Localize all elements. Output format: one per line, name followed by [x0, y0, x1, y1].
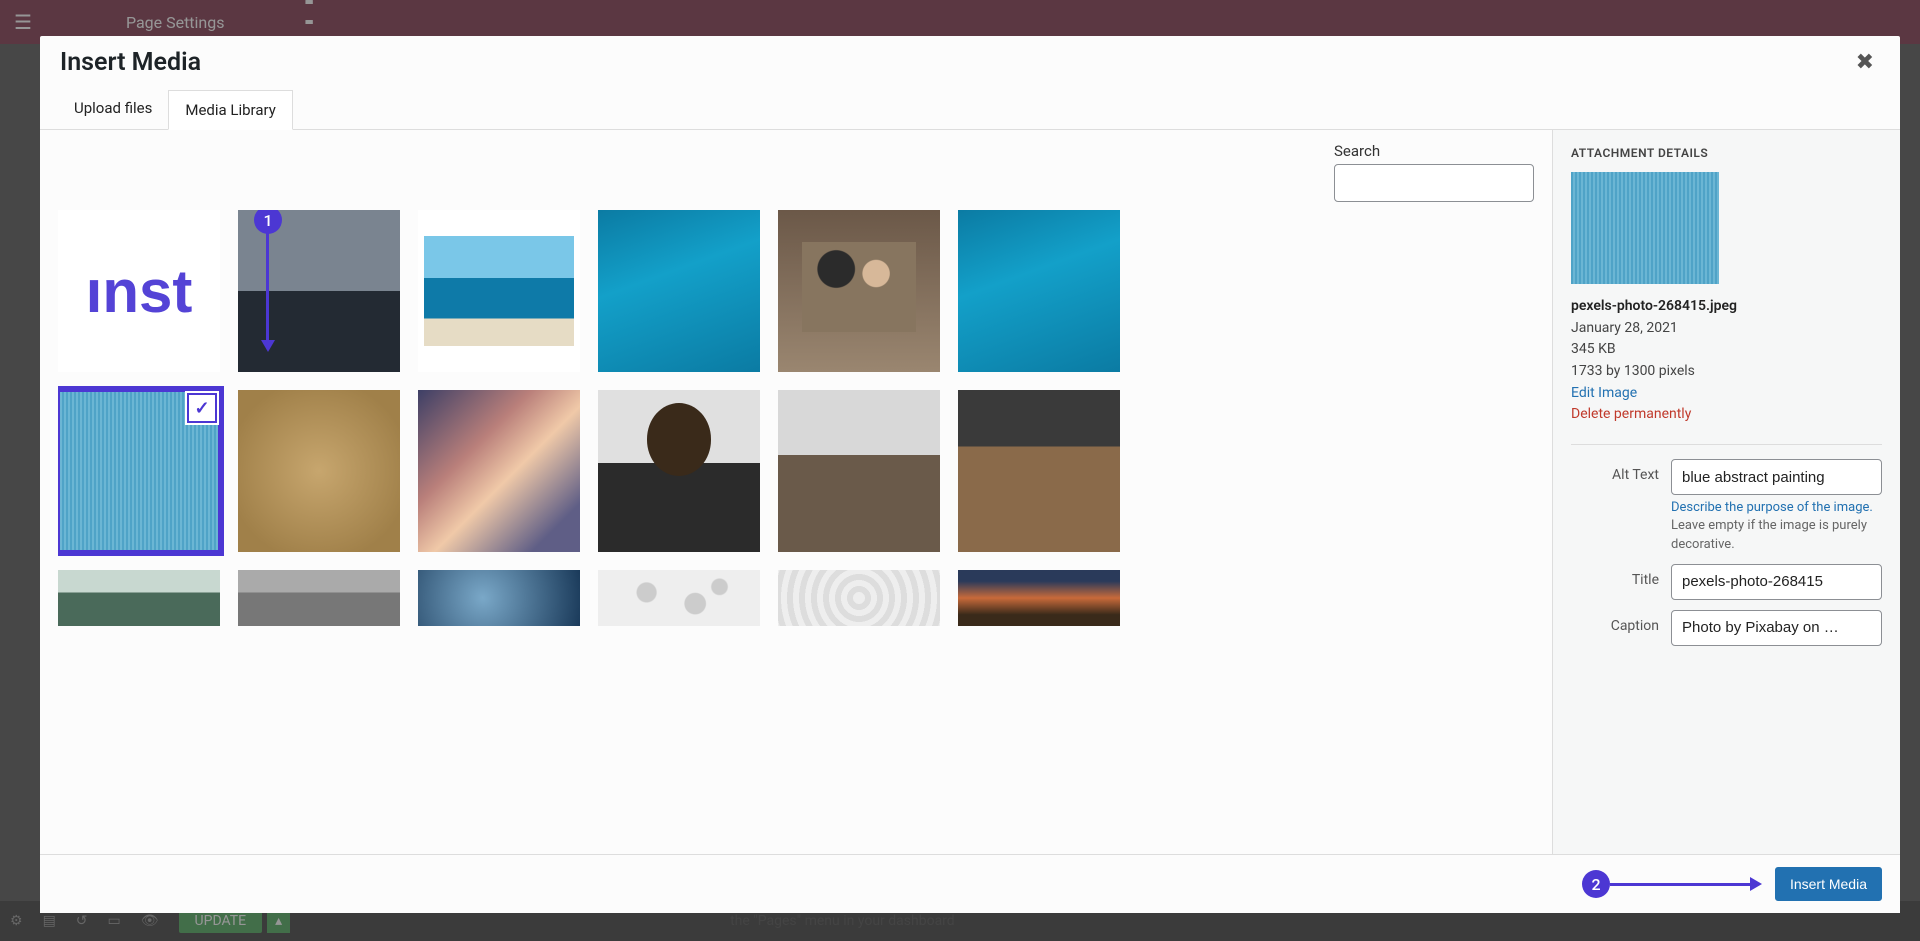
media-tile[interactable]: [598, 390, 760, 552]
media-tile[interactable]: [598, 570, 760, 626]
media-tile[interactable]: [958, 390, 1120, 552]
details-filename: pexels-photo-268415.jpeg: [1571, 296, 1882, 318]
media-tile[interactable]: [778, 390, 940, 552]
media-tile[interactable]: ınst: [58, 210, 220, 372]
caption-label: Caption: [1571, 610, 1671, 634]
media-tile-selected[interactable]: [58, 390, 220, 552]
details-dimensions: 1733 by 1300 pixels: [1571, 361, 1882, 383]
tab-upload-files[interactable]: Upload files: [58, 89, 168, 129]
delete-permanently-link[interactable]: Delete permanently: [1571, 404, 1882, 426]
modal-footer: 2 Insert Media: [40, 854, 1900, 913]
insert-media-modal: Insert Media ✖ Upload files Media Librar…: [40, 36, 1900, 913]
media-tile[interactable]: [238, 390, 400, 552]
details-filesize: 345 KB: [1571, 339, 1882, 361]
search-label: Search: [1334, 142, 1534, 160]
attachment-details-pane: ATTACHMENT DETAILS pexels-photo-268415.j…: [1552, 130, 1900, 854]
title-label: Title: [1571, 564, 1671, 588]
media-tile[interactable]: [778, 210, 940, 372]
details-heading: ATTACHMENT DETAILS: [1571, 146, 1882, 160]
alt-text-label: Alt Text: [1571, 459, 1671, 483]
media-tile[interactable]: [598, 210, 760, 372]
media-tile[interactable]: [418, 210, 580, 372]
search-input[interactable]: [1334, 164, 1534, 202]
media-tile[interactable]: [958, 210, 1120, 372]
modal-tabs: Upload files Media Library: [40, 89, 1900, 130]
tab-media-library[interactable]: Media Library: [168, 90, 292, 130]
media-tile[interactable]: [58, 570, 220, 626]
alt-text-input[interactable]: [1671, 459, 1882, 495]
media-scroll[interactable]: 1 ınst: [58, 210, 1552, 854]
media-tile[interactable]: [418, 570, 580, 626]
details-thumbnail: [1571, 172, 1719, 284]
alt-text-hint-link[interactable]: Describe the purpose of the image.: [1671, 500, 1873, 515]
media-gallery-pane: Search 1 ınst: [40, 130, 1552, 854]
close-icon[interactable]: ✖: [1850, 48, 1880, 77]
modal-title: Insert Media: [60, 48, 201, 77]
media-tile[interactable]: [778, 570, 940, 626]
edit-image-link[interactable]: Edit Image: [1571, 383, 1882, 405]
insert-media-button[interactable]: Insert Media: [1775, 867, 1882, 901]
annotation-arrow-2: 2: [1582, 870, 1762, 898]
media-tile[interactable]: [238, 570, 400, 626]
media-grid: ınst: [58, 210, 1544, 626]
media-tile[interactable]: [958, 570, 1120, 626]
alt-text-hint: Describe the purpose of the image. Leave…: [1671, 499, 1882, 554]
title-input[interactable]: [1671, 564, 1882, 600]
media-tile[interactable]: [418, 390, 580, 552]
caption-input[interactable]: [1671, 610, 1882, 646]
annotation-badge-2: 2: [1582, 870, 1610, 898]
details-date: January 28, 2021: [1571, 318, 1882, 340]
